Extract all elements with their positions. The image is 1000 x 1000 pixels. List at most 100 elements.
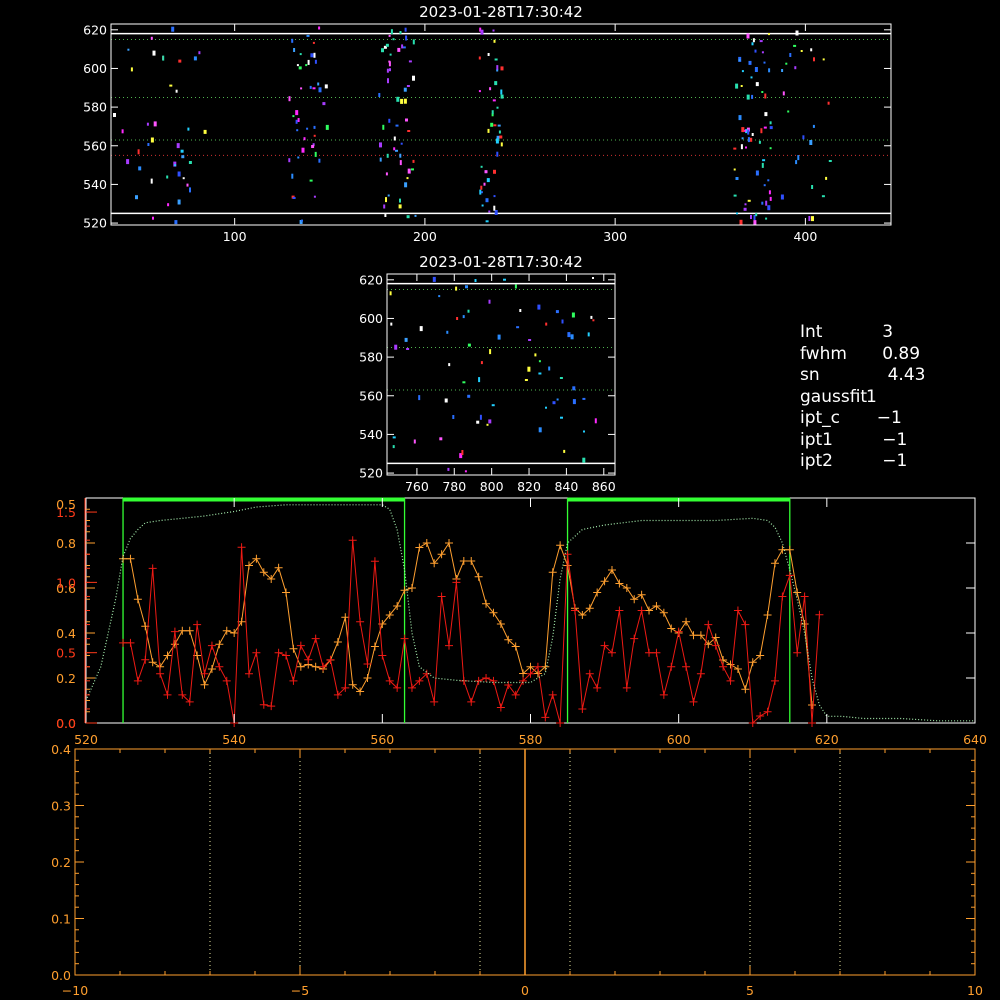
image-pixel xyxy=(439,437,443,441)
image-pixel xyxy=(386,153,389,158)
image-pixel xyxy=(741,137,744,140)
image-pixel xyxy=(399,31,402,34)
image-pixel xyxy=(388,118,391,123)
image-pixel xyxy=(389,291,392,296)
image-pixel xyxy=(762,159,766,162)
image-pixel xyxy=(828,160,832,162)
data-point-orange xyxy=(296,662,305,671)
data-point-red xyxy=(593,683,602,692)
image-pixel xyxy=(755,213,758,217)
x-tick-label: 400 xyxy=(793,229,817,244)
image-pixel xyxy=(291,173,294,179)
image-pixel xyxy=(479,414,482,420)
data-point-red xyxy=(289,676,298,685)
info-row-ipt1: ipt1 −1 xyxy=(800,430,925,452)
image-pixel xyxy=(563,449,566,453)
data-point-red xyxy=(119,638,128,647)
image-pixel xyxy=(751,42,754,46)
image-pixel xyxy=(394,344,398,350)
data-point-red xyxy=(445,641,454,650)
data-point-orange xyxy=(200,680,209,689)
image-pixel xyxy=(325,124,329,130)
info-row-int: Int 3 xyxy=(800,322,925,344)
image-pixel xyxy=(747,199,751,202)
data-point-red xyxy=(482,674,491,682)
image-pixel xyxy=(138,166,142,171)
data-point-red xyxy=(296,641,305,650)
image-pixel xyxy=(761,162,764,168)
image-pixel xyxy=(488,210,491,213)
x-tick-label: 800 xyxy=(480,479,504,494)
image-pixel xyxy=(480,165,483,168)
image-pixel xyxy=(567,332,571,338)
lag-panel: −10 −5 0 5 10 0.0 0.1 0.2 0.3 0.4 xyxy=(51,742,983,998)
image-pixel xyxy=(747,129,750,135)
image-pixel xyxy=(478,56,481,60)
data-point-orange xyxy=(548,568,557,577)
image-pixel xyxy=(787,110,790,113)
image-pixel xyxy=(765,200,768,206)
image-pixel xyxy=(494,81,498,86)
image-pixel xyxy=(764,93,767,99)
image-pixel xyxy=(312,87,316,90)
data-point-orange xyxy=(289,644,298,653)
image-pixel xyxy=(309,179,313,182)
data-point-orange xyxy=(496,620,505,628)
image-pixel xyxy=(452,415,455,419)
data-point-red xyxy=(689,697,698,706)
image-pixel xyxy=(150,36,153,40)
data-point-orange xyxy=(230,629,239,637)
image-pixel xyxy=(478,377,481,383)
image-pixel xyxy=(297,118,300,122)
image-pixel xyxy=(150,137,154,143)
image-pixel xyxy=(406,348,410,350)
image-pixel xyxy=(496,106,499,109)
image-pixel xyxy=(399,198,401,203)
data-point-orange xyxy=(407,584,416,592)
data-point-orange xyxy=(133,595,142,604)
image-pixel xyxy=(524,379,528,381)
data-point-orange xyxy=(459,557,468,565)
image-pixel xyxy=(571,312,575,318)
image-pixel xyxy=(407,168,411,174)
image-pixel xyxy=(484,170,488,174)
image-pixel xyxy=(537,304,541,310)
image-pixel xyxy=(492,99,496,102)
data-point-orange xyxy=(282,588,291,597)
x-tick-label: 640 xyxy=(963,732,987,747)
image-pixel xyxy=(478,90,481,93)
image-pixel xyxy=(497,334,501,340)
data-point-red xyxy=(274,648,283,657)
image-pixel xyxy=(404,27,407,32)
image-pixel xyxy=(486,423,489,426)
data-point-red xyxy=(170,627,179,636)
x-tick-label: 860 xyxy=(592,479,616,494)
data-point-red xyxy=(763,707,772,716)
data-point-red xyxy=(259,700,268,709)
x-tick-label: 760 xyxy=(405,479,429,494)
data-point-red xyxy=(659,690,668,699)
info-row-ipt2: ipt2 −1 xyxy=(800,451,925,473)
data-point-red xyxy=(474,676,483,685)
info-row-fwhm: fwhm 0.89 xyxy=(800,344,925,366)
x-tick-label: 560 xyxy=(370,732,394,747)
image-pixel xyxy=(750,215,752,219)
image-pixel xyxy=(500,89,503,95)
image-pixel xyxy=(733,194,737,197)
y-tick-label: 600 xyxy=(359,311,383,326)
data-point-red xyxy=(215,662,224,671)
image-pixel xyxy=(181,155,185,159)
y-tick-label-orange: 0.2 xyxy=(56,671,76,686)
data-point-red xyxy=(133,676,142,685)
data-point-red xyxy=(489,676,498,685)
image-pixel xyxy=(488,299,491,304)
image-pixel xyxy=(464,470,467,473)
image-pixel xyxy=(395,124,399,127)
data-point-red xyxy=(630,634,639,643)
image-pixel xyxy=(496,65,499,71)
image-pixel xyxy=(176,143,180,149)
image-pixel xyxy=(500,142,503,147)
image-pixel xyxy=(500,94,504,99)
data-point-orange xyxy=(311,662,320,671)
image-pixel xyxy=(385,43,389,47)
